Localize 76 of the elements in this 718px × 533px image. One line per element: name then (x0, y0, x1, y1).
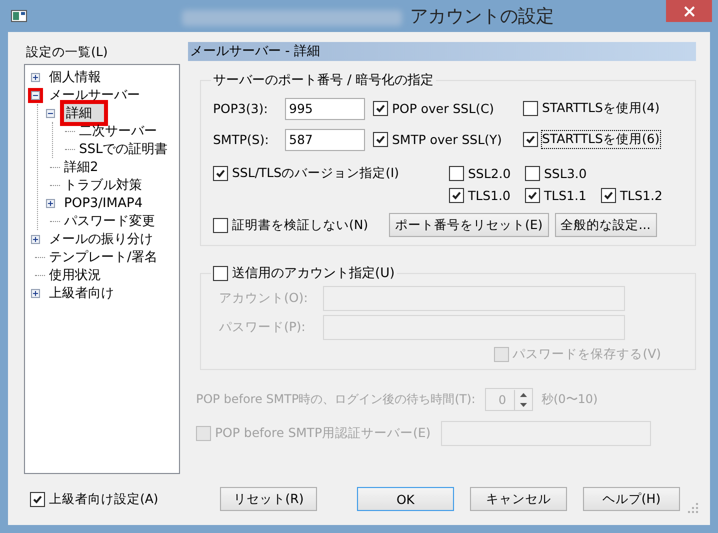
checkbox[interactable] (449, 166, 464, 181)
checkbox-label: TLS1.2 (620, 188, 662, 203)
checkbox-label: SMTP over SSL(Y) (392, 132, 502, 147)
resize-grip-icon[interactable] (688, 503, 698, 513)
tree-item[interactable]: 使用状況 (47, 266, 103, 284)
dialog-button[interactable]: キャンセル (470, 487, 567, 511)
checkbox[interactable] (213, 266, 228, 280)
checkmark-icon (375, 134, 386, 145)
group-title: サーバーのポート番号 / 暗号化の指定 (212, 72, 435, 89)
collapse-icon[interactable] (31, 90, 40, 100)
expand-icon[interactable] (31, 72, 40, 82)
panel-title: メールサーバー - 詳細 (188, 42, 696, 61)
checkmark-icon (215, 168, 226, 179)
checkbox[interactable] (525, 188, 540, 203)
field-label: SMTP(S): (213, 132, 270, 147)
checkbox-label: 証明書を検証しない(N) (232, 216, 368, 234)
checkbox[interactable] (373, 132, 388, 147)
checkmark-icon (527, 190, 538, 201)
tree-item[interactable]: 詳細2 (62, 158, 100, 176)
checkbox-label: SSL/TLSのバージョン指定(I) (232, 165, 400, 182)
window-title: アカウントの設定 (410, 5, 554, 28)
checkbox-label: STARTTLSを使用(6) (542, 131, 660, 148)
checkmark-icon (525, 134, 536, 145)
checkbox-label: 送信用のアカウント指定(U) (232, 265, 395, 282)
dialog-button[interactable]: リセット(R) (220, 487, 317, 511)
field-label: POP3(3): (213, 101, 269, 116)
expand-icon[interactable] (31, 234, 40, 244)
checkbox[interactable] (525, 166, 540, 181)
port-field[interactable]: 587 (285, 128, 365, 150)
port-field[interactable]: 995 (285, 98, 365, 120)
checkbox[interactable] (30, 492, 45, 506)
tree-item[interactable]: パスワード変更 (62, 212, 157, 230)
input-field[interactable] (440, 421, 651, 446)
checkbox-label: TLS1.1 (544, 188, 586, 203)
checkbox[interactable] (449, 188, 464, 203)
checkbox-label: 上級者向け設定(A) (49, 490, 158, 508)
dialog-button[interactable]: OK (357, 487, 454, 511)
tree-item[interactable]: テンプレート/署名 (47, 248, 160, 266)
checkbox[interactable] (523, 101, 538, 116)
checkbox[interactable] (213, 166, 228, 181)
expand-icon[interactable] (31, 288, 40, 298)
checkbox-label: STARTTLSを使用(4) (542, 100, 660, 117)
dialog-button[interactable]: 全般的な設定... (554, 213, 657, 237)
close-icon (684, 6, 694, 16)
checkbox[interactable] (213, 218, 228, 232)
tree-item[interactable]: SSLでの証明書 (77, 140, 170, 158)
tree-label: 設定の一覧(L) (26, 43, 109, 61)
checkmark-icon (451, 190, 462, 201)
unit-label: 秒(0〜10) (541, 391, 598, 408)
tree-item[interactable]: トラブル対策 (62, 176, 144, 194)
checkbox[interactable] (373, 101, 388, 116)
checkmark-icon (32, 494, 43, 504)
field-label: アカウント(O): (219, 290, 309, 307)
field-label: パスワード(P): (219, 319, 307, 336)
checkbox-label: POP before SMTP用認証サーバー(E) (215, 425, 431, 442)
tree-item[interactable]: メールの振り分け (47, 230, 155, 248)
dialog-button[interactable]: ヘルプ(H) (583, 487, 680, 511)
close-button[interactable] (666, 0, 712, 22)
collapse-icon[interactable] (46, 108, 55, 118)
tree-item[interactable]: 上級者向け (47, 284, 116, 302)
app-icon (11, 10, 27, 22)
checkbox-label: SSL2.0 (468, 166, 511, 181)
tree-item[interactable]: 詳細 (60, 100, 108, 126)
tree-item[interactable]: POP3/IMAP4 (62, 196, 145, 210)
checkmark-icon (603, 190, 614, 201)
checkbox-label: パスワードを保存する(V) (512, 346, 661, 363)
checkbox-label: TLS1.0 (468, 188, 510, 203)
checkbox[interactable] (523, 132, 538, 147)
checkbox-label: POP over SSL(C) (392, 101, 494, 116)
dialog-button[interactable]: ポート番号をリセット(E) (389, 213, 549, 237)
tree-item[interactable]: 個人情報 (47, 68, 103, 86)
checkbox[interactable] (601, 188, 616, 203)
field-label: POP before SMTP時の、ログイン後の待ち時間(T): (196, 391, 476, 408)
expand-icon[interactable] (46, 198, 55, 208)
checkbox-label: SSL3.0 (544, 166, 587, 181)
checkmark-icon (375, 103, 386, 114)
